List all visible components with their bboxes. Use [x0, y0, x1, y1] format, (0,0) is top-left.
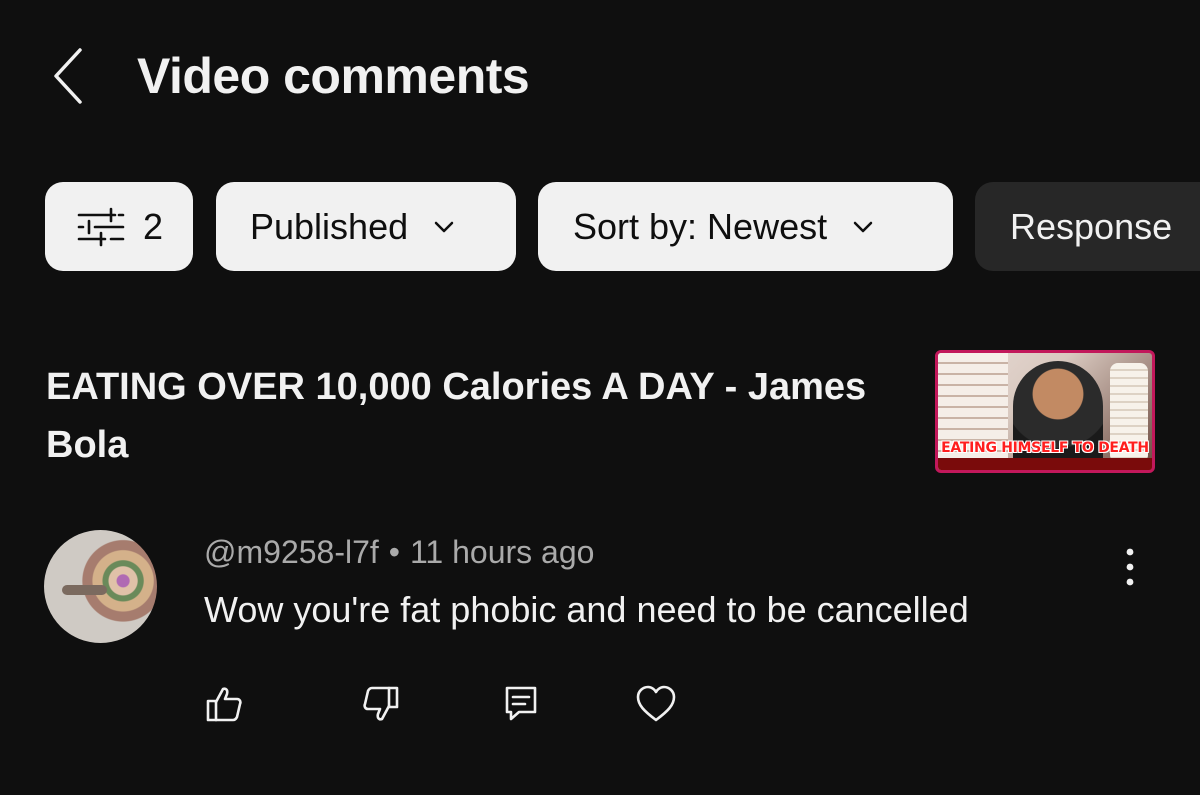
header: Video comments	[0, 0, 1200, 150]
meta-separator: •	[388, 534, 400, 570]
more-options-button[interactable]	[1110, 542, 1150, 592]
published-dropdown[interactable]: Published	[216, 182, 516, 271]
like-button[interactable]	[200, 680, 248, 728]
chevron-down-icon	[853, 221, 873, 232]
sort-label: Sort by: Newest	[573, 205, 828, 247]
published-label: Published	[250, 205, 409, 247]
comment-item: @m9258-l7f • 11 hours ago Wow you're fat p…	[0, 520, 1200, 760]
dislike-icon	[363, 686, 399, 721]
comment-author[interactable]: @m9258-l7f	[204, 534, 379, 570]
back-button[interactable]	[40, 44, 96, 108]
heart-icon	[636, 685, 676, 722]
chevron-down-icon	[434, 221, 454, 232]
filter-chip-bar: 2 Published Sort by: Newest Response	[0, 182, 1200, 272]
response-label: Response	[1010, 205, 1173, 247]
filter-sliders-icon	[77, 207, 125, 246]
more-vertical-icon	[1126, 548, 1134, 586]
heart-button[interactable]	[632, 680, 680, 728]
filter-count: 2	[143, 205, 164, 247]
response-filter-chip[interactable]: Response	[975, 182, 1200, 271]
comment-text: Wow you're fat phobic and need to be can…	[204, 589, 969, 630]
sort-dropdown[interactable]: Sort by: Newest	[538, 182, 953, 271]
dislike-button[interactable]	[357, 680, 405, 728]
avatar[interactable]	[44, 530, 157, 643]
chevron-left-icon	[54, 48, 82, 104]
video-title[interactable]: EATING OVER 10,000 Calories A DAY - Jame…	[46, 358, 886, 474]
reply-icon	[505, 686, 537, 721]
filter-chip[interactable]: 2	[45, 182, 193, 271]
reply-button[interactable]	[497, 680, 545, 728]
video-info: EATING OVER 10,000 Calories A DAY - Jame…	[0, 340, 1200, 480]
comment-meta: @m9258-l7f • 11 hours ago	[204, 532, 594, 572]
page-title: Video comments	[137, 48, 530, 104]
video-thumbnail[interactable]: EATING HIMSELF TO DEATH	[935, 350, 1155, 473]
like-icon	[206, 687, 242, 722]
thumbnail-caption: EATING HIMSELF TO DEATH	[941, 440, 1149, 456]
thumbnail-red-bar	[938, 458, 1152, 470]
comment-time: 11 hours ago	[409, 534, 595, 570]
